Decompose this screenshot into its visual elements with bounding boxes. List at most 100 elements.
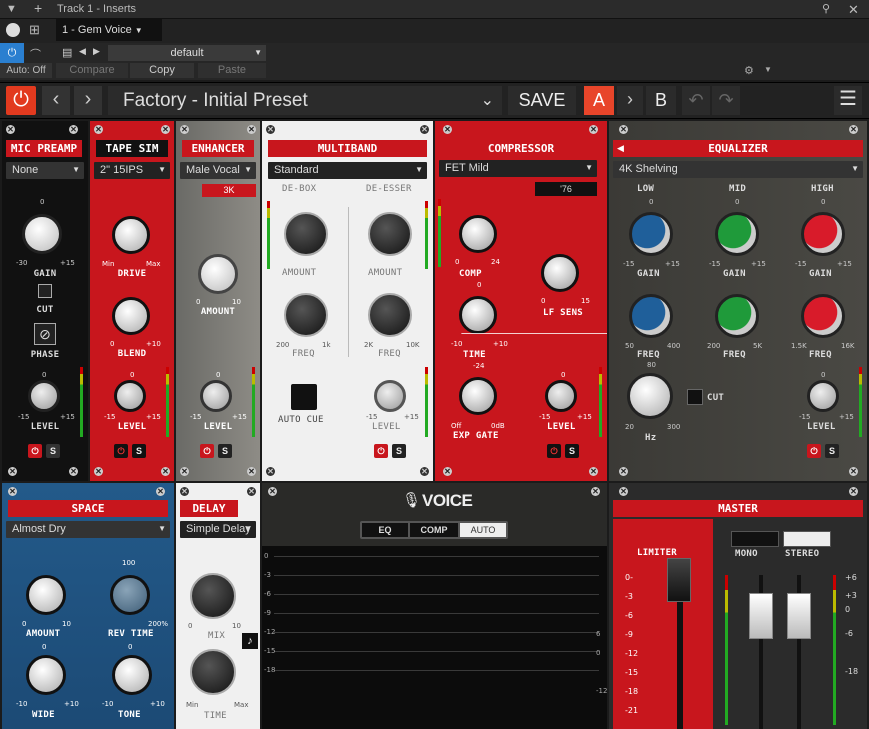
mid-freq-knob[interactable] [715, 294, 759, 338]
mid-gain-knob[interactable] [715, 212, 759, 256]
master-fader-right[interactable] [787, 593, 811, 639]
master-fader-left[interactable] [749, 593, 773, 639]
stereo-button[interactable] [783, 531, 831, 547]
auto-off-button[interactable]: Auto: Off [0, 63, 52, 78]
module-power-button[interactable]: ⏻ [547, 444, 561, 458]
comp-knob[interactable] [459, 215, 497, 253]
level-knob[interactable] [200, 380, 232, 412]
module-power-button[interactable]: ⏻ [374, 444, 388, 458]
tone-knob[interactable] [112, 655, 152, 695]
low-freq-knob[interactable] [629, 294, 673, 338]
chevron-down-icon[interactable]: ▼ [6, 0, 17, 19]
space-select[interactable]: Almost Dry ▼ [6, 521, 170, 538]
host-preset-select[interactable]: default ▼ [108, 45, 266, 61]
note-sync-icon[interactable]: ♪ [242, 633, 258, 649]
deesser-freq-knob[interactable] [368, 293, 412, 337]
gain-max-label: +15 [665, 260, 680, 268]
phase-toggle[interactable]: ⊘ [34, 323, 56, 345]
wide-knob[interactable] [26, 655, 66, 695]
undo-icon[interactable]: ↶ [682, 86, 710, 115]
tape-sim-select[interactable]: 2" 15IPS ▼ [94, 162, 170, 179]
b-button[interactable]: B [646, 86, 676, 115]
time-knob[interactable] [190, 649, 236, 695]
solo-button[interactable]: S [46, 444, 60, 458]
level-knob[interactable] [28, 380, 60, 412]
hpf-knob[interactable] [627, 373, 673, 419]
level-max-label: +15 [232, 413, 247, 421]
screw-icon: ✕ [589, 467, 598, 476]
power-icon[interactable] [6, 23, 20, 37]
hpf-cut-toggle[interactable] [687, 389, 703, 405]
drive-knob[interactable] [112, 216, 150, 254]
mix-knob[interactable] [190, 573, 236, 619]
redo-icon[interactable]: ↷ [712, 86, 740, 115]
cut-toggle[interactable] [38, 284, 52, 298]
delay-select[interactable]: Simple Delay ▼ [180, 521, 256, 538]
tab-auto[interactable]: AUTO [460, 523, 506, 537]
time-knob[interactable] [459, 296, 497, 334]
auto-cue-button[interactable] [291, 384, 317, 410]
tab-comp[interactable]: COMP [410, 523, 458, 537]
insert-select[interactable]: 1 - Gem Voice ▼ [56, 19, 162, 41]
amount-knob[interactable] [26, 575, 66, 615]
solo-button[interactable]: S [132, 444, 146, 458]
enhancer-select[interactable]: Male Vocal ▼ [180, 162, 256, 179]
tab-eq[interactable]: EQ [362, 523, 408, 537]
debox-freq-knob[interactable] [284, 293, 328, 337]
tone-label: TONE [118, 710, 141, 720]
gear-icon[interactable]: ⚙ [744, 64, 754, 77]
lf-sens-knob[interactable] [541, 254, 579, 292]
routing-icon[interactable]: ⊞ [29, 22, 40, 38]
gain-knob[interactable] [22, 214, 62, 254]
module-power-button[interactable]: ⏻ [28, 444, 42, 458]
next-preset-button[interactable]: › [74, 86, 102, 115]
multiband-select[interactable]: Standard ▼ [268, 162, 427, 179]
solo-button[interactable]: S [218, 444, 232, 458]
solo-button[interactable]: S [825, 444, 839, 458]
high-gain-knob[interactable] [801, 212, 845, 256]
preset-name-select[interactable]: Factory - Initial Preset ⌄ [108, 86, 502, 115]
prev-preset-icon[interactable]: ◀ [79, 46, 86, 57]
a-button[interactable]: A [584, 86, 614, 115]
plugin-power-button[interactable]: ⏻ [6, 86, 36, 115]
module-power-button[interactable]: ⏻ [807, 444, 821, 458]
solo-button[interactable]: S [392, 444, 406, 458]
copy-button[interactable]: Copy [130, 63, 194, 78]
bypass-icon[interactable]: ⏻ [0, 43, 24, 63]
high-freq-knob[interactable] [801, 294, 845, 338]
amount-knob[interactable] [198, 254, 238, 294]
exp-gate-knob[interactable] [459, 377, 497, 415]
level-knob[interactable] [114, 380, 146, 412]
deesser-amount-knob[interactable] [368, 212, 412, 256]
add-icon[interactable]: + [34, 0, 42, 17]
gear-dropdown-icon[interactable]: ▼ [764, 65, 772, 74]
save-disk-icon[interactable]: ▤ [62, 46, 72, 59]
module-power-button[interactable]: ⏻ [200, 444, 214, 458]
debox-amount-knob[interactable] [284, 212, 328, 256]
sidechain-icon[interactable]: ⌒ [30, 46, 41, 62]
level-knob[interactable] [545, 380, 577, 412]
equalizer-select[interactable]: 4K Shelving ▼ [613, 161, 863, 178]
level-knob[interactable] [807, 380, 839, 412]
solo-button[interactable]: S [565, 444, 579, 458]
compressor-select[interactable]: FET Mild ▼ [439, 160, 597, 177]
copy-a-to-b-button[interactable]: › [617, 86, 643, 115]
save-button[interactable]: SAVE [508, 86, 576, 115]
paste-button[interactable]: Paste [198, 63, 266, 78]
module-power-button[interactable]: ⏻ [114, 444, 128, 458]
mono-button[interactable] [731, 531, 779, 547]
rev-time-knob[interactable] [110, 575, 150, 615]
prev-preset-button[interactable]: ‹ [42, 86, 70, 115]
level-knob[interactable] [374, 380, 406, 412]
level-meter [859, 367, 862, 437]
mic-preamp-select[interactable]: None ▼ [6, 162, 84, 179]
collapse-arrow-icon[interactable]: ◀ [617, 140, 624, 157]
pin-icon[interactable]: ⚲ [822, 0, 830, 19]
low-gain-knob[interactable] [629, 212, 673, 256]
compare-button[interactable]: Compare [56, 63, 128, 78]
limiter-fader[interactable] [667, 558, 691, 602]
close-icon[interactable]: ✕ [848, 0, 859, 19]
next-preset-icon[interactable]: ▶ [93, 46, 100, 57]
menu-icon[interactable]: ☰ [834, 86, 862, 115]
blend-knob[interactable] [112, 297, 150, 335]
